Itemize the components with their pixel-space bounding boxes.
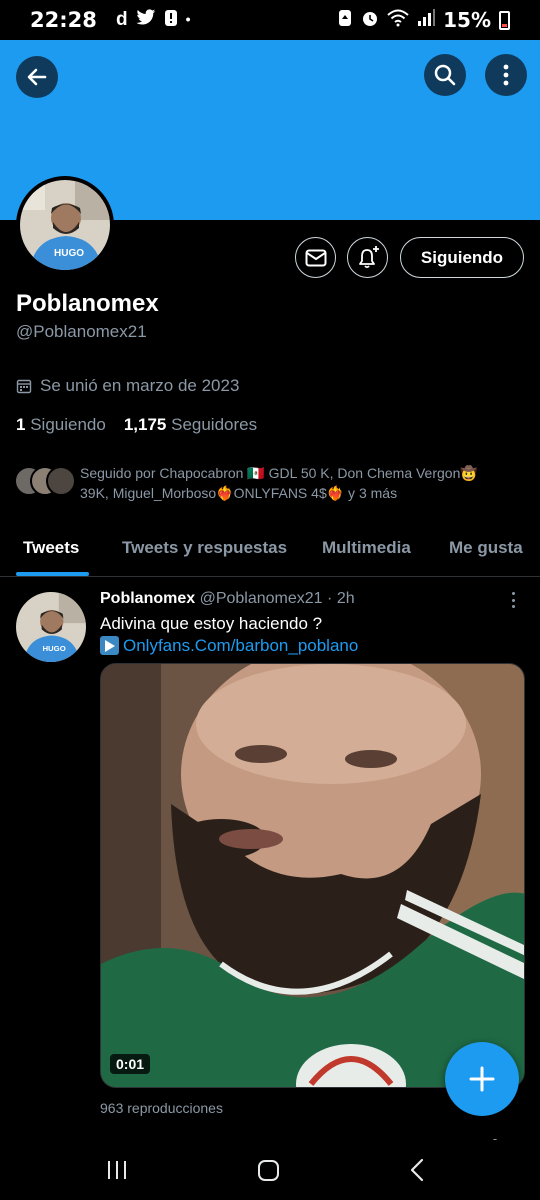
signal-icon [417,8,436,32]
plus-icon [469,1066,495,1092]
followed-by-text: Seguido por Chapocabron 🇲🇽 GDL 50 K, Don… [80,463,510,503]
tweet-separator: · [327,590,333,607]
svg-text:HUGO: HUGO [42,644,65,653]
compose-tweet-button[interactable] [445,1042,519,1116]
tab-media[interactable]: Multimedia [322,538,411,558]
following-label: Siguiendo [30,415,106,434]
view-count: 963 reproducciones [100,1100,223,1116]
battery-percent: 15% [443,8,491,32]
video-duration: 0:01 [110,1054,151,1074]
tweet-video[interactable] [100,663,525,1088]
wifi-icon [387,9,409,32]
play-button-emoji-icon [100,636,119,655]
followed-by-line: Seguido por Chapocabron 🇲🇽 GDL 50 K, Don… [80,465,478,481]
join-date-text: Se unió en marzo de 2023 [40,376,240,395]
avatar-photo: HUGO [16,592,86,662]
status-bar: 22:28 d • 15% [0,0,540,40]
chevron-left-icon [410,1158,424,1182]
alarm-icon [361,9,379,32]
tweet-author-name[interactable]: Poblanomex [100,590,195,607]
arrow-left-icon [27,68,47,86]
system-navigation-bar [0,1140,540,1200]
followers-stat[interactable]: 1,175 Seguidores [124,415,257,435]
battery-saver-icon [337,9,353,32]
follower-avatar [46,466,76,496]
following-stat[interactable]: 1 Siguiendo [16,415,106,435]
following-button[interactable]: Siguiendo [400,237,524,278]
tweet-link[interactable]: Onlyfans.Com/barbon_poblano [123,634,358,657]
envelope-icon [305,249,326,266]
followed-by-line: 39K, Miguel_Morboso❤️‍🔥ONLYFANS 4$❤️‍🔥 y… [80,485,398,501]
active-tab-indicator [16,572,89,576]
tweet-more-button[interactable] [506,590,520,610]
vertical-dots-icon [503,64,509,86]
calendar-icon [16,379,32,394]
system-back-button[interactable] [410,1158,424,1187]
avatar-photo: HUGO [20,180,110,270]
follower-avatars [14,466,76,498]
tab-tweets-and-replies[interactable]: Tweets y respuestas [122,538,287,558]
battery-icon [499,10,510,30]
tweet-text: Adivina que estoy haciendo ? [100,614,323,633]
join-date: Se unió en marzo de 2023 [16,376,239,396]
followers-label: Seguidores [171,415,258,434]
svg-text:HUGO: HUGO [54,248,84,259]
followers-count: 1,175 [123,415,167,434]
search-icon [434,64,456,86]
follow-stats: 1 Siguiendo 1,175 Seguidores [16,415,257,435]
profile-tabs: Tweets Tweets y respuestas Multimedia Me… [0,526,540,577]
twitter-bird-icon [136,9,156,33]
profile-avatar[interactable]: HUGO [16,176,114,274]
system-icons: 15% [337,8,510,32]
alert-icon [164,9,178,33]
dot-icon: • [185,11,191,27]
message-button[interactable] [295,237,336,278]
recent-apps-button[interactable] [108,1161,126,1179]
video-thumbnail [101,664,524,1087]
notifications-button[interactable] [347,237,388,278]
tweet-link-line: Onlyfans.Com/barbon_poblano [100,634,358,657]
notification-icons: d • [116,9,191,33]
tweet-author-handle[interactable]: @Poblanomex21 [200,590,323,607]
search-button[interactable] [424,54,466,96]
tweet-time: 2h [336,590,355,607]
bell-plus-icon [358,245,379,268]
d-app-icon: d [116,9,128,30]
profile-handle: @Poblanomex21 [16,322,147,341]
clock: 22:28 [30,8,97,32]
back-button[interactable] [16,56,58,98]
more-options-button[interactable] [485,54,527,96]
tab-likes[interactable]: Me gusta [449,538,523,558]
following-count: 1 [16,415,26,434]
tweet-author-avatar[interactable]: HUGO [16,592,86,662]
tab-tweets[interactable]: Tweets [23,538,79,558]
profile-name: Poblanomex [16,290,159,317]
tweet-header: Poblanomex @Poblanomex21 · 2h [100,590,355,608]
home-button[interactable] [258,1160,279,1181]
